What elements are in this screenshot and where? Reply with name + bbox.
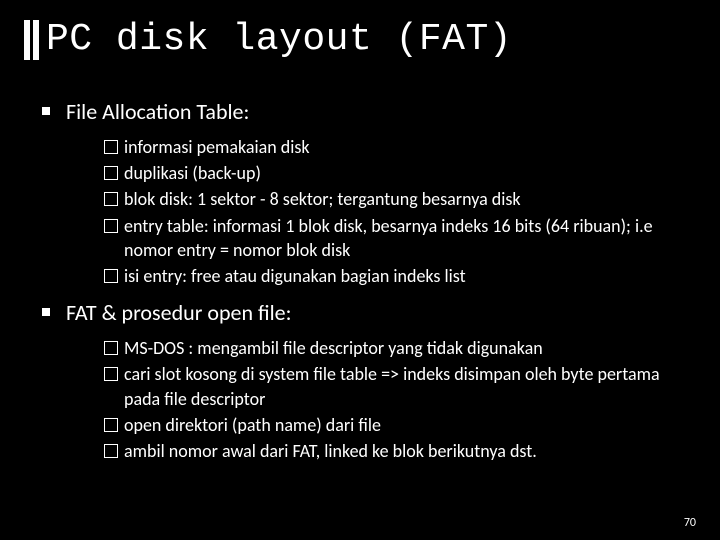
section-list: informasi pemakaian disk duplikasi (back… <box>42 135 696 289</box>
list-item: isi entry: free atau digunakan bagian in… <box>104 264 696 288</box>
list-item: open direktori (path name) dari file <box>104 413 696 437</box>
list-item: blok disk: 1 sektor - 8 sektor; tergantu… <box>104 187 696 211</box>
page-number: 70 <box>684 516 696 530</box>
section-heading: FAT & prosedur open file: <box>42 298 696 328</box>
list-item: entry table: informasi 1 blok disk, besa… <box>104 214 696 263</box>
list-item: informasi pemakaian disk <box>104 135 696 159</box>
section-list: MS-DOS : mengambil file descriptor yang … <box>42 336 696 463</box>
slide-title: PC disk layout (FAT) <box>46 18 512 61</box>
slide: PC disk layout (FAT) File Allocation Tab… <box>0 0 720 540</box>
list-item: ambil nomor awal dari FAT, linked ke blo… <box>104 439 696 463</box>
list-item: duplikasi (back-up) <box>104 161 696 185</box>
slide-body: File Allocation Table: informasi pemakai… <box>24 97 696 464</box>
title-decor-bars <box>24 20 39 60</box>
list-item: MS-DOS : mengambil file descriptor yang … <box>104 336 696 360</box>
list-item: cari slot kosong di system file table =>… <box>104 362 696 411</box>
section-heading: File Allocation Table: <box>42 97 696 127</box>
title-row: PC disk layout (FAT) <box>24 18 696 61</box>
